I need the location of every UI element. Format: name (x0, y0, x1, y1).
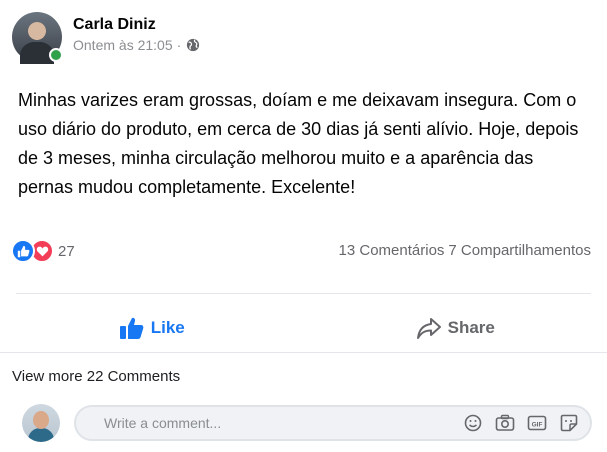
divider (16, 293, 591, 294)
emoji-icon[interactable] (462, 412, 484, 434)
author-avatar[interactable] (12, 12, 63, 64)
post-header: Carla Diniz Ontem às 21:05 · (12, 12, 200, 64)
comments-count-link[interactable]: 13 Comentários (339, 242, 445, 259)
comment-input[interactable] (104, 415, 452, 431)
share-arrow-icon (416, 318, 441, 339)
current-user-avatar[interactable] (22, 404, 60, 442)
svg-text:GIF: GIF (532, 421, 543, 428)
author-name[interactable]: Carla Diniz (73, 15, 200, 35)
gif-icon[interactable]: GIF (526, 412, 548, 434)
globe-icon (186, 38, 200, 52)
post-text: Minhas varizes eram grossas, doíam e me … (18, 90, 579, 197)
post-stats: 13 Comentários 7 Compartilhamentos (339, 242, 591, 259)
meta-separator: · (176, 37, 182, 53)
view-more-comments-link[interactable]: View more 22 Comments (12, 368, 180, 385)
share-button[interactable]: Share (304, 305, 607, 351)
shares-count-link[interactable]: 7 Compartilhamentos (448, 242, 591, 259)
like-button-label: Like (150, 318, 185, 337)
camera-icon[interactable] (494, 412, 516, 434)
reaction-count: 27 (58, 242, 75, 260)
comment-box[interactable]: GIF (74, 405, 592, 441)
comment-composer: GIF (22, 403, 597, 443)
sticker-icon[interactable] (558, 412, 580, 434)
action-bar: Like Share (0, 305, 607, 351)
divider (0, 352, 607, 353)
reactions-summary[interactable]: 27 (11, 239, 75, 263)
like-button[interactable]: Like (0, 305, 304, 351)
share-button-label: Share (447, 318, 495, 337)
online-status-dot (49, 48, 63, 62)
post-timestamp[interactable]: Ontem às 21:05 (73, 36, 173, 54)
like-reaction-icon (11, 239, 35, 263)
thumbs-up-icon (119, 317, 144, 339)
